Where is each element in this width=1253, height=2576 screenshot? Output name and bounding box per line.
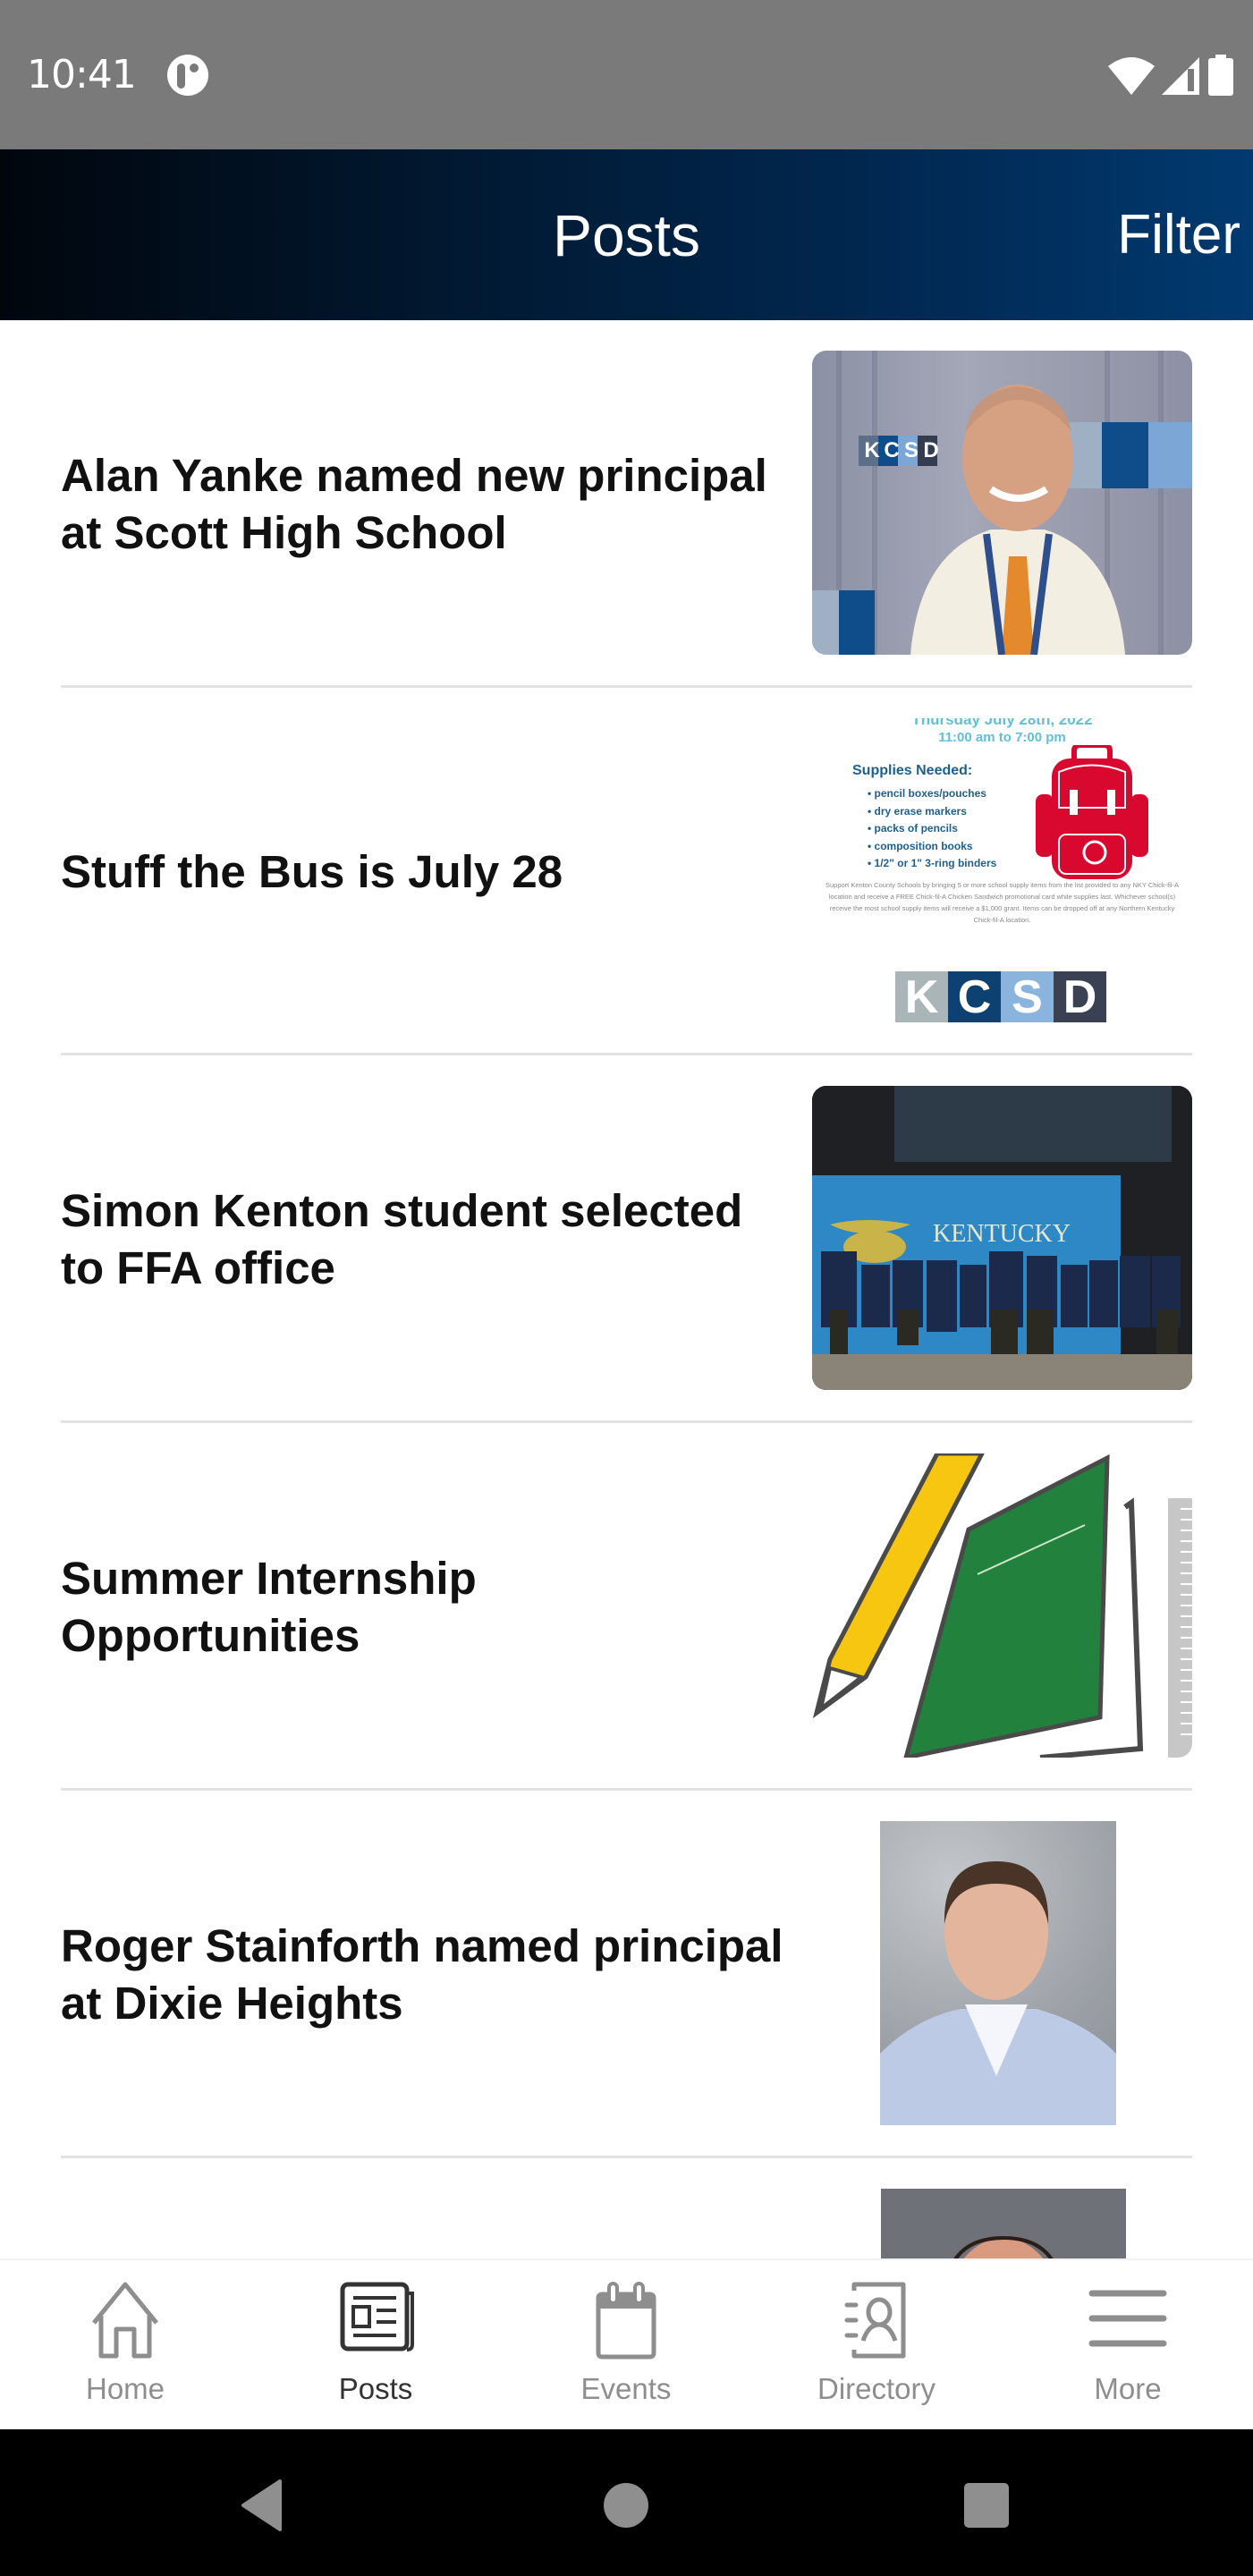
post-title: Simon Kenton student selected to FFA off… (61, 1184, 743, 1293)
nav-item-directory[interactable]: Directory (751, 2260, 1002, 2431)
nav-item-events[interactable]: Events (501, 2260, 751, 2431)
school-supplies-illustration (812, 1453, 1192, 1758)
post-item[interactable] (61, 2158, 1192, 2258)
post-thumbnail: K C S D (812, 351, 1192, 655)
system-nav-bar (0, 2429, 1253, 2576)
status-icons (1108, 55, 1233, 96)
flyer-time: 11:00 am to 7:00 pm (938, 730, 1066, 745)
nav-item-posts[interactable]: Posts (250, 2260, 501, 2431)
nav-label: Directory (817, 2372, 936, 2405)
post-item[interactable]: Summer Internship Opportunities (61, 1423, 1192, 1791)
post-item[interactable]: Roger Stainforth named principal at Dixi… (61, 1791, 1192, 2158)
app-notification-icon (167, 55, 208, 96)
post-thumbnail: Thursday July 28th, 2022 11:00 am to 7:0… (812, 718, 1192, 1022)
recents-button[interactable] (955, 2474, 1018, 2537)
nav-item-more[interactable]: More (1003, 2260, 1253, 2431)
contact-book-icon (844, 2282, 906, 2359)
nav-label: Home (85, 2372, 165, 2405)
hamburger-menu-icon (1088, 2290, 1167, 2347)
home-button[interactable] (595, 2474, 657, 2537)
nav-label: Events (580, 2372, 672, 2405)
flyer-date: Thursday July 28th, 2022 (911, 718, 1093, 728)
bottom-nav: Home Posts Events Directory More (0, 2258, 1253, 2429)
post-title: Stuff the Bus is July 28 (61, 845, 563, 897)
flyer-supplies-list: pencil boxes/pouches dry erase markers p… (868, 785, 997, 873)
battery-icon (1208, 55, 1233, 96)
stage-banner-text: KENTUCKY (933, 1220, 1071, 1248)
post-item[interactable]: Stuff the Bus is July 28 Thursday July 2… (61, 688, 1192, 1055)
wifi-icon (1108, 57, 1155, 95)
back-button[interactable] (231, 2474, 293, 2537)
post-thumbnail (881, 2189, 1126, 2258)
post-thumbnail (812, 1453, 1192, 1758)
calendar-icon (596, 2282, 656, 2360)
page-title: Posts (552, 202, 701, 268)
post-item[interactable]: Alan Yanke named new principal at Scott … (61, 320, 1192, 688)
status-bar: 10:41 (0, 0, 1253, 149)
kcsd-logo: K C S D (895, 971, 1106, 1022)
backpack-icon (1036, 745, 1148, 879)
status-time: 10:41 (27, 52, 137, 97)
post-thumbnail: KENTUCKY (812, 1086, 1192, 1390)
post-thumbnail (880, 1821, 1116, 2125)
post-title: Summer Internship Opportunities (61, 1552, 477, 1661)
post-item[interactable]: Simon Kenton student selected to FFA off… (61, 1055, 1192, 1423)
post-title: Roger Stainforth named principal at Dixi… (61, 1919, 783, 2029)
filter-button[interactable]: Filter (1117, 203, 1240, 267)
newspaper-icon (340, 2282, 414, 2351)
home-icon (92, 2282, 158, 2359)
nav-item-home[interactable]: Home (0, 2260, 250, 2431)
post-title: Alan Yanke named new principal at Scott … (61, 449, 767, 558)
nav-label: Posts (338, 2372, 413, 2405)
flyer-heading: Supplies Needed: (852, 763, 973, 778)
nav-label: More (1094, 2372, 1162, 2405)
cell-signal-icon (1162, 57, 1199, 95)
posts-list[interactable]: Alan Yanke named new principal at Scott … (0, 320, 1253, 2258)
flyer-body: Support Kenton County Schools by bringin… (825, 881, 1180, 924)
app-header: Posts Filter (0, 149, 1253, 320)
